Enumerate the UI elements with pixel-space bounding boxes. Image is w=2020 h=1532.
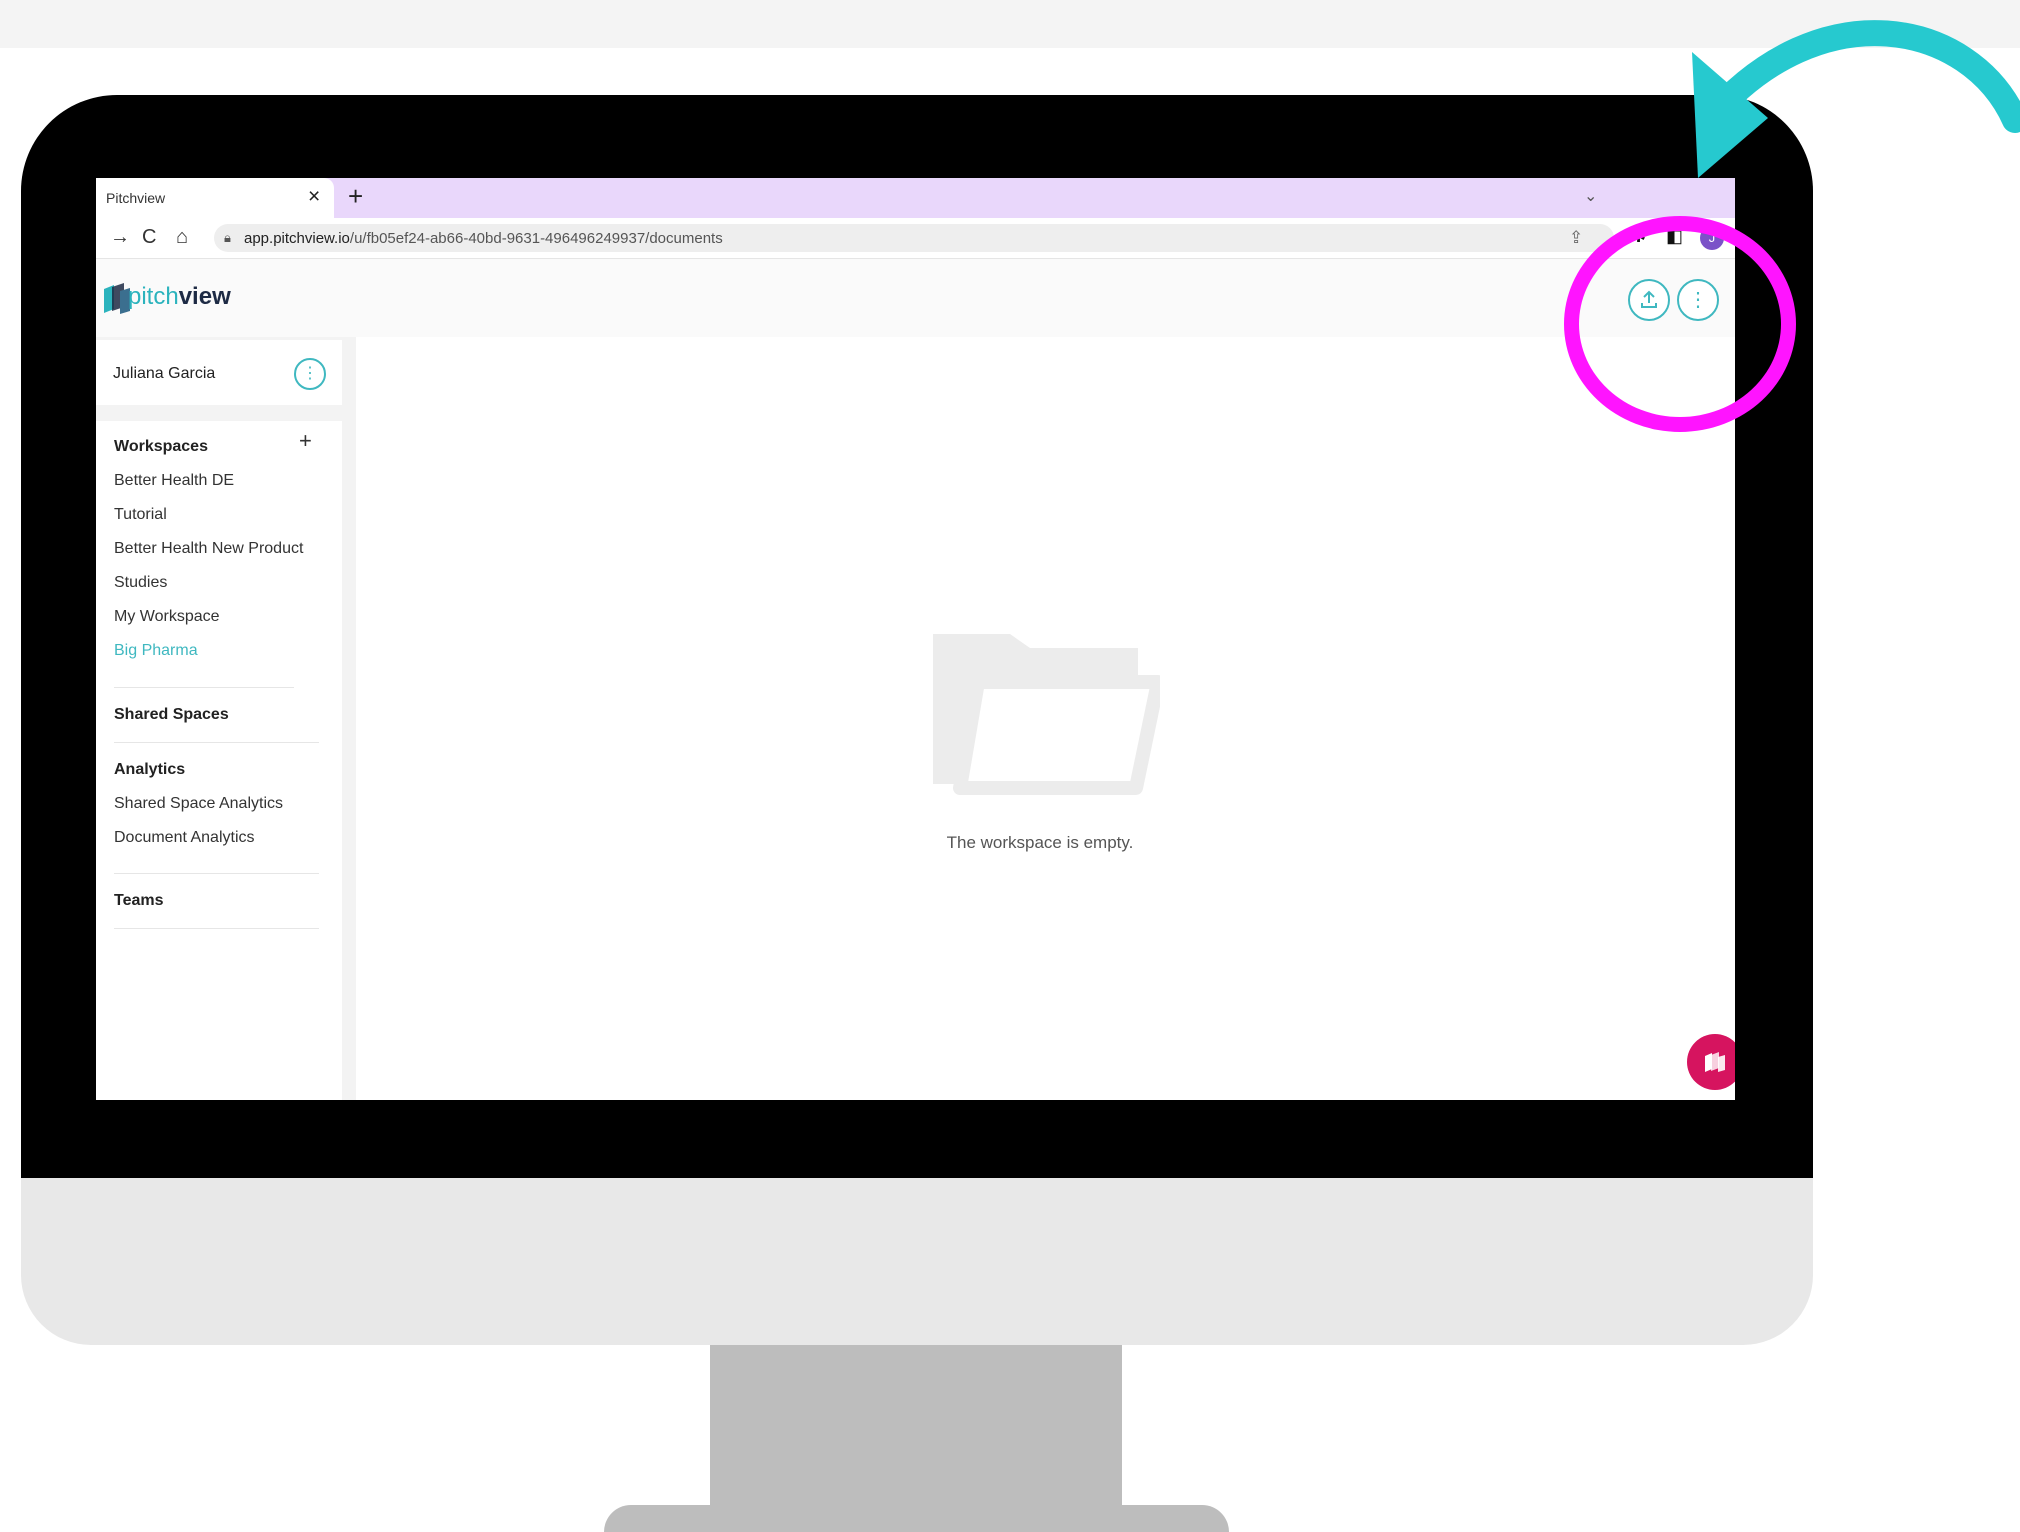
new-tab-button[interactable]: + (348, 181, 363, 212)
pitchview-logo[interactable]: pitchview (128, 283, 231, 311)
main-content: The workspace is empty. (360, 341, 1716, 1100)
monitor-stand-base (604, 1505, 1229, 1532)
empty-folder-icon (933, 634, 1160, 795)
workspaces-heading: Workspaces (114, 438, 208, 455)
add-workspace-button[interactable]: + (299, 428, 312, 454)
kebab-menu-icon: ⋮ (302, 365, 318, 382)
share-icon[interactable]: ⇪ (1569, 228, 1583, 248)
home-icon[interactable]: ⌂ (176, 226, 188, 249)
address-bar[interactable]: 🔒︎ app.pitchview.io/u/fb05ef24-ab66-40bd… (214, 224, 1614, 252)
close-tab-icon[interactable]: × (308, 185, 320, 209)
user-menu-button[interactable]: ⋮ (294, 358, 326, 390)
app-header: pitchview ⋮ (96, 259, 1735, 337)
browser-screen: Pitchview × + ⌄ → C ⌂ 🔒︎ app.pitchview.i… (96, 178, 1735, 1100)
highlight-circle (1564, 216, 1796, 432)
sidebar-nav: Workspaces + Better Health DE Tutorial B… (96, 421, 342, 1100)
url-text: app.pitchview.io/u/fb05ef24-ab66-40bd-96… (244, 230, 723, 247)
sidebar-item-analytics[interactable]: Shared Space Analytics (114, 795, 283, 813)
sidebar-item-workspace[interactable]: Better Health DE (114, 472, 234, 490)
lock-icon: 🔒︎ (224, 230, 231, 245)
monitor-chin (21, 1178, 1813, 1345)
reload-icon[interactable]: C (142, 226, 156, 249)
tab-title: Pitchview (106, 190, 166, 206)
divider (114, 687, 294, 688)
analytics-heading: Analytics (114, 761, 186, 778)
empty-state-message: The workspace is empty. (946, 833, 1134, 852)
divider (114, 742, 319, 743)
divider (114, 928, 319, 929)
curved-arrow-icon (1692, 20, 2020, 178)
sidebar-item-workspace[interactable]: Better Health New Product (114, 540, 303, 558)
sidebar-item-analytics[interactable]: Document Analytics (114, 829, 255, 847)
pitchview-logo-icon (104, 283, 130, 314)
browser-tab[interactable]: Pitchview × (96, 178, 334, 218)
sidebar-item-workspace[interactable]: Studies (114, 574, 167, 592)
browser-tab-bar: Pitchview × + ⌄ (96, 178, 1735, 218)
sidebar-item-workspace[interactable]: My Workspace (114, 608, 220, 626)
help-chat-button[interactable] (1687, 1034, 1735, 1090)
browser-toolbar: → C ⌂ 🔒︎ app.pitchview.io/u/fb05ef24-ab6… (96, 218, 1735, 259)
sidebar-item-workspace-active[interactable]: Big Pharma (114, 642, 198, 660)
monitor-stand-neck (710, 1345, 1122, 1520)
divider (114, 873, 319, 874)
sidebar-item-workspace[interactable]: Tutorial (114, 506, 167, 524)
chevron-down-icon[interactable]: ⌄ (1584, 186, 1597, 206)
user-name: Juliana Garcia (113, 365, 216, 382)
shared-spaces-link[interactable]: Shared Spaces (114, 706, 229, 724)
user-card: Juliana Garcia ⋮ (96, 340, 342, 405)
forward-icon[interactable]: → (110, 226, 130, 249)
teams-link[interactable]: Teams (114, 892, 164, 910)
pitchview-logo-icon (1705, 1052, 1725, 1072)
